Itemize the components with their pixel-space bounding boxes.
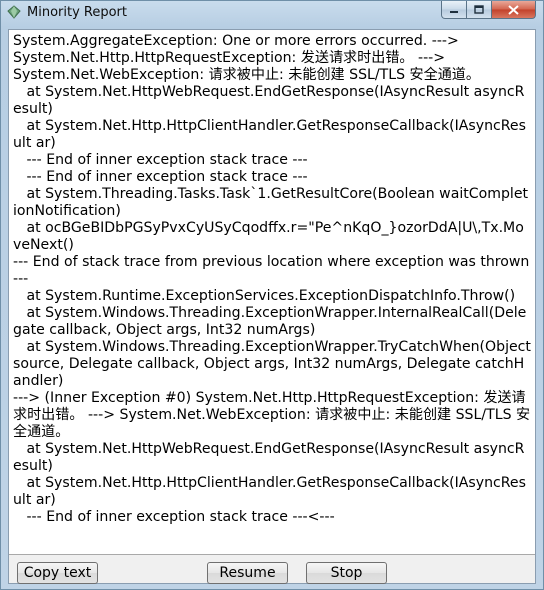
resume-button[interactable]: Resume xyxy=(207,562,288,584)
window-title: Minority Report xyxy=(27,5,127,20)
close-icon xyxy=(508,4,519,15)
maximize-button[interactable] xyxy=(467,1,492,19)
copy-text-button[interactable]: Copy text xyxy=(17,562,98,584)
close-button[interactable] xyxy=(492,1,536,19)
caption-buttons xyxy=(441,1,536,20)
client-area: System.AggregateException: One or more e… xyxy=(8,29,536,584)
stop-button[interactable]: Stop xyxy=(306,562,387,584)
diamond-app-icon xyxy=(7,5,21,19)
minority-report-window: Minority Report System.AggregateExceptio… xyxy=(0,0,544,590)
exception-text-box[interactable]: System.AggregateException: One or more e… xyxy=(9,30,535,555)
minimize-button[interactable] xyxy=(441,1,467,19)
title-bar[interactable]: Minority Report xyxy=(1,1,543,25)
maximize-icon xyxy=(474,4,484,14)
exception-text: System.AggregateException: One or more e… xyxy=(13,33,531,525)
minimize-icon xyxy=(450,10,458,13)
